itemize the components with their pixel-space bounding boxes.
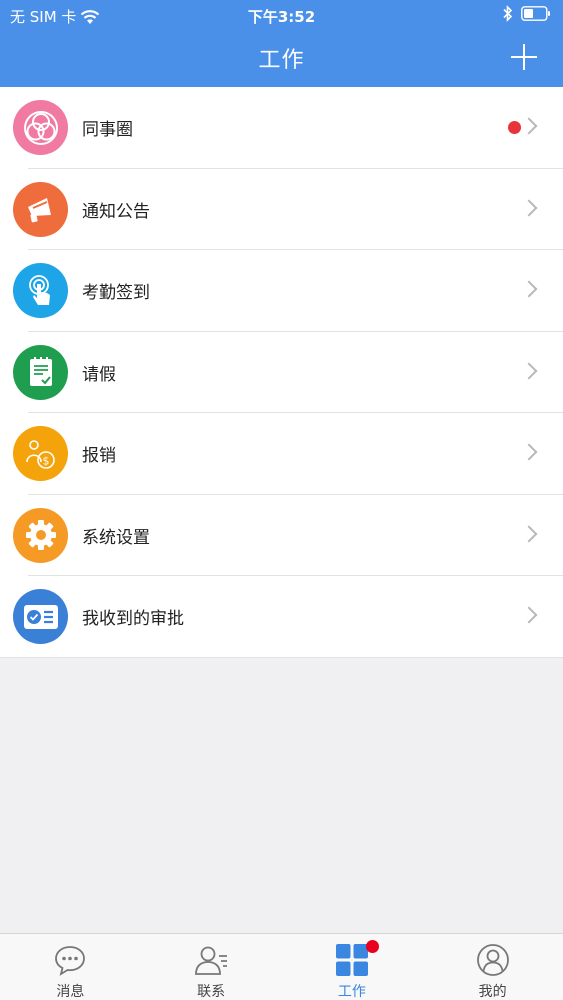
chevron-right-icon bbox=[520, 443, 538, 461]
battery-icon bbox=[521, 6, 550, 21]
colleague-circle-icon bbox=[13, 100, 68, 155]
bluetooth-icon bbox=[503, 5, 513, 22]
menu-item-reimbursement[interactable]: $ 报销 bbox=[0, 413, 563, 495]
chevron-right-icon bbox=[520, 525, 538, 542]
megaphone-icon bbox=[13, 181, 68, 237]
chevron-right-icon bbox=[520, 117, 538, 135]
menu-item-label: 请假 bbox=[82, 364, 116, 385]
menu-item-colleague-circle[interactable]: 同事圈 bbox=[0, 87, 563, 169]
status-right-group bbox=[503, 5, 551, 22]
gear-icon bbox=[13, 507, 68, 563]
tab-work[interactable]: 工作 bbox=[282, 934, 423, 1000]
chevron-right-icon bbox=[520, 606, 538, 624]
page-title: 工作 bbox=[258, 48, 305, 73]
touch-finger-icon bbox=[13, 263, 68, 318]
tab-badge bbox=[365, 940, 379, 953]
chevron-right-icon bbox=[520, 199, 538, 216]
menu-item-system-settings[interactable]: 系统设置 bbox=[0, 495, 563, 576]
chevron-right-icon bbox=[520, 280, 538, 298]
user-profile-icon bbox=[476, 944, 509, 976]
reimbursement-icon: $ bbox=[13, 426, 68, 481]
menu-item-received-approvals[interactable]: 我收到的审批 bbox=[0, 576, 563, 658]
status-time: 下午3:52 bbox=[247, 8, 316, 26]
tab-label: 联系 bbox=[197, 984, 226, 1000]
tab-label: 消息 bbox=[56, 984, 85, 1000]
grid-icon bbox=[335, 944, 368, 976]
svg-text:$: $ bbox=[42, 454, 49, 467]
menu-item-attendance[interactable]: 考勤签到 bbox=[0, 250, 563, 332]
chevron-right-icon bbox=[520, 362, 538, 379]
tab-contacts[interactable]: 联系 bbox=[141, 934, 282, 1000]
menu-item-label: 报销 bbox=[82, 446, 116, 467]
contacts-icon bbox=[195, 946, 228, 975]
tab-label: 我的 bbox=[478, 984, 507, 1000]
menu-item-leave[interactable]: 请假 bbox=[0, 332, 563, 413]
leave-form-icon bbox=[13, 344, 68, 400]
work-menu-list: 同事圈 通知公告 考勤签到 请假 $ 报销 系统设置 我收到的审批 bbox=[0, 87, 563, 658]
add-button[interactable] bbox=[511, 44, 537, 70]
app-header: 无 SIM 卡 下午3:52 工作 bbox=[0, 0, 563, 87]
approval-card-icon bbox=[13, 589, 68, 644]
menu-item-label: 系统设置 bbox=[82, 527, 150, 548]
chat-bubble-icon bbox=[55, 946, 86, 976]
menu-item-label: 我收到的审批 bbox=[82, 609, 184, 630]
menu-item-label: 同事圈 bbox=[82, 120, 133, 141]
tab-me[interactable]: 我的 bbox=[422, 934, 563, 1000]
menu-item-label: 考勤签到 bbox=[82, 283, 150, 304]
bottom-tab-bar: 消息 联系 工作 我的 bbox=[0, 933, 563, 1000]
divider bbox=[0, 656, 563, 658]
menu-item-label: 通知公告 bbox=[82, 201, 150, 222]
status-bar: 无 SIM 卡 下午3:52 bbox=[0, 0, 563, 30]
tab-label: 工作 bbox=[337, 984, 366, 1000]
tab-messages[interactable]: 消息 bbox=[0, 934, 141, 1000]
menu-item-notice[interactable]: 通知公告 bbox=[0, 169, 563, 250]
unread-badge bbox=[508, 121, 521, 134]
